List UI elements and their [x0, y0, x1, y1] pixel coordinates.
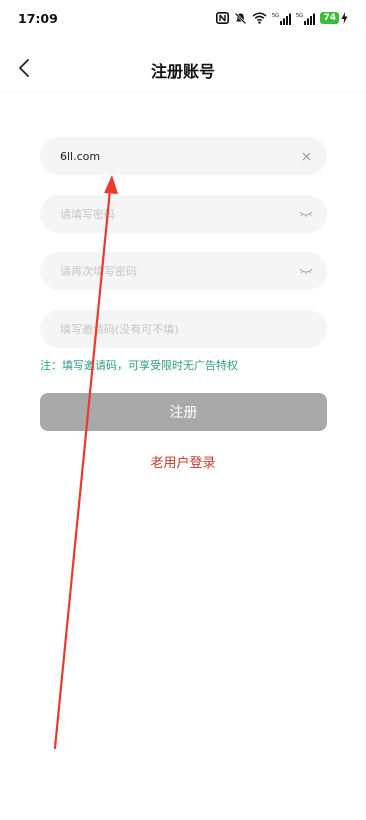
mute-icon [234, 12, 247, 25]
signal-label-2: 5G [296, 13, 303, 19]
page-title: 注册账号 [150, 62, 215, 81]
password-input[interactable] [40, 195, 327, 233]
clear-icon[interactable] [299, 149, 313, 163]
signal-icon: 5G [296, 12, 316, 25]
eye-closed-icon[interactable] [299, 264, 313, 278]
password-field[interactable] [40, 195, 327, 233]
signal-icon: 5G [272, 12, 292, 25]
invite-code-field[interactable] [40, 310, 327, 348]
username-input[interactable] [40, 137, 327, 175]
invite-code-input[interactable] [40, 310, 327, 348]
confirm-password-field[interactable] [40, 252, 327, 290]
signal-label-1: 5G [272, 13, 279, 19]
battery-icon: 74 [320, 12, 348, 24]
old-user-login-link[interactable]: 老用户登录 [0, 452, 366, 471]
status-bar: 17:09 5G 5G 74 [0, 0, 366, 38]
annotation-arrow-head [104, 175, 118, 194]
status-icons: 5G 5G 74 [216, 9, 348, 27]
battery-level: 74 [320, 12, 339, 24]
username-field[interactable] [40, 137, 327, 175]
eye-closed-icon[interactable] [299, 207, 313, 221]
wifi-icon [252, 12, 267, 24]
confirm-password-input[interactable] [40, 252, 327, 290]
register-button[interactable]: 注册 [40, 393, 327, 431]
nfc-icon [216, 12, 230, 24]
header: 注册账号 [0, 46, 366, 92]
status-time: 17:09 [18, 11, 58, 26]
invite-note: 注：填写邀请码，可享受限时无广告特权 [40, 359, 238, 372]
